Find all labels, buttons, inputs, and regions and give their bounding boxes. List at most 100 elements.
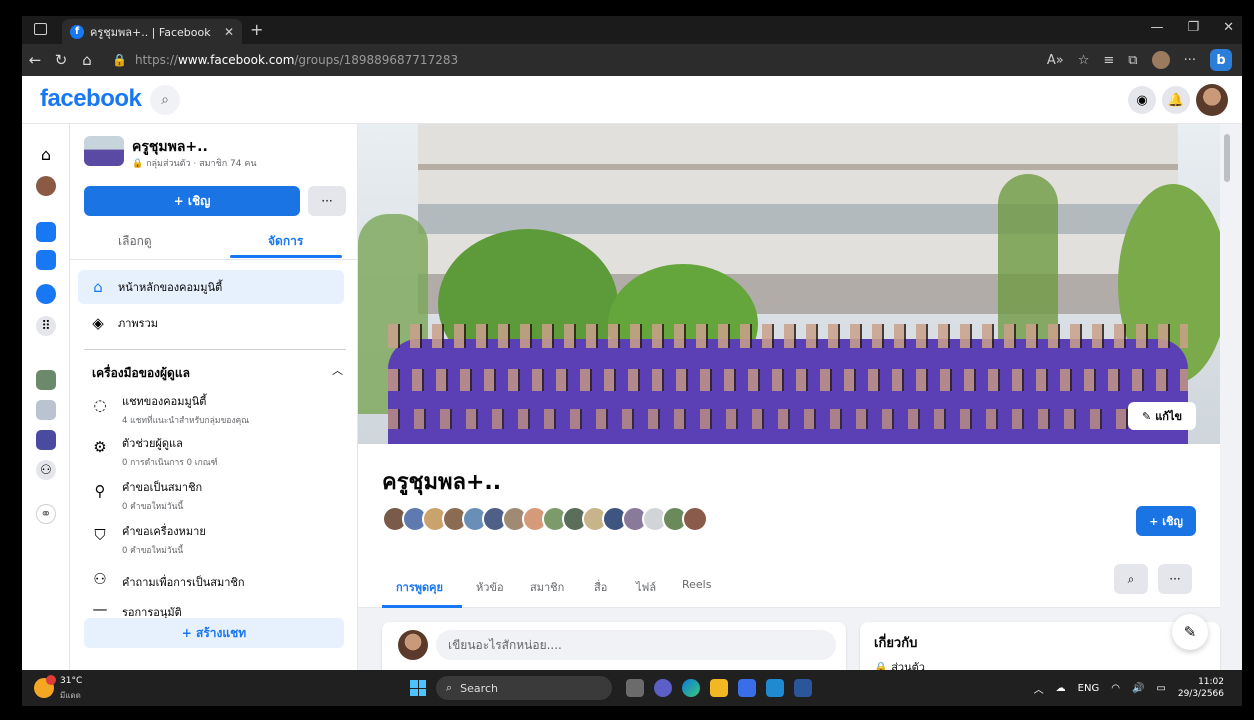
favorites-list-icon[interactable]: ≡ bbox=[1103, 53, 1114, 68]
about-privacy: 🔒 ส่วนตัว bbox=[874, 658, 925, 670]
tool-title: คำถามเพื่อการเป็นสมาชิก bbox=[122, 576, 245, 589]
group-shortcut-icon[interactable] bbox=[36, 430, 56, 450]
windows-start-icon[interactable] bbox=[410, 680, 426, 696]
wifi-icon[interactable]: ◠ bbox=[1111, 683, 1120, 694]
tool-badge-requests[interactable]: ⛉ คำขอเครื่องหมาย 0 คำขอใหม่วันนี้ bbox=[90, 522, 350, 557]
group-shortcut-icon[interactable] bbox=[36, 400, 56, 420]
group-shortcut-icon[interactable] bbox=[36, 370, 56, 390]
edge-icon[interactable] bbox=[682, 679, 700, 697]
group-header-panel: ครูชุมพล+.. + เชิญ การพูดคุย หัวข้อ สมาช… bbox=[358, 444, 1220, 608]
groups-icon[interactable]: ⚇ bbox=[36, 460, 56, 480]
tab-members[interactable]: สมาชิก bbox=[530, 578, 564, 596]
close-tab-icon[interactable]: ✕ bbox=[224, 25, 234, 39]
new-tab-icon[interactable]: + bbox=[250, 20, 263, 39]
search-group-icon[interactable]: ⌕ bbox=[1114, 564, 1148, 594]
tool-community-chats[interactable]: ◌ แชทของคอมมูนิตี้ 4 แชทที่แนะนำสำหรับกลุ… bbox=[90, 392, 350, 427]
group-name[interactable]: ครูชุมพล+.. bbox=[132, 136, 208, 158]
avatar[interactable] bbox=[398, 630, 428, 660]
avatar[interactable] bbox=[682, 506, 708, 532]
notification-badge bbox=[46, 675, 56, 685]
bing-icon[interactable]: b bbox=[1210, 49, 1232, 71]
page-title: ครูชุมพล+.. bbox=[382, 470, 502, 495]
tool-title: ตัวช่วยผู้ดูแล bbox=[122, 437, 183, 450]
taskbar-search[interactable]: ⌕ Search bbox=[436, 676, 612, 700]
main-content: ✎ แก้ไข ครูชุมพล+.. + เชิญ การพูดคุย หัว… bbox=[358, 124, 1242, 670]
browser-tab-bar: f ครูชุมพล+.. | Facebook ✕ + — ❐ ✕ bbox=[22, 16, 1242, 44]
sidebar-item-overview[interactable]: ◈ ภาพรวม bbox=[78, 306, 344, 340]
teams-chat-icon[interactable] bbox=[654, 679, 672, 697]
sidebar-item-label: ภาพรวม bbox=[118, 317, 159, 330]
tab-media[interactable]: สื่อ bbox=[594, 578, 607, 596]
language-indicator[interactable]: ENG bbox=[1078, 683, 1100, 694]
scrollbar-thumb[interactable] bbox=[1224, 134, 1230, 182]
volume-icon[interactable]: 🔊 bbox=[1132, 683, 1144, 694]
pencil-icon: ✎ bbox=[1141, 409, 1152, 423]
tab-reels[interactable]: Reels bbox=[682, 578, 711, 591]
profile-rail-icon[interactable] bbox=[36, 176, 56, 196]
minimize-icon[interactable]: — bbox=[1150, 20, 1163, 35]
battery-icon[interactable]: ▭ bbox=[1156, 683, 1165, 694]
collections-icon[interactable]: ⧉ bbox=[1128, 53, 1137, 68]
home-rail-icon[interactable]: ⌂ bbox=[36, 144, 56, 164]
restore-icon[interactable]: ❐ bbox=[1187, 20, 1199, 35]
tab-manage[interactable]: จัดการ bbox=[268, 232, 303, 251]
tool-admin-assist[interactable]: ⚙ ตัวช่วยผู้ดูแล 0 การดำเนินการ 0 เกณฑ์ bbox=[90, 434, 350, 469]
composer-input[interactable]: เขียนอะไรสักหน่อย.... bbox=[436, 630, 836, 660]
group-meta: 🔒 กลุ่มส่วนตัว · สมาชิก 74 คน bbox=[132, 159, 257, 169]
invite-button[interactable]: + เชิญ bbox=[1136, 506, 1196, 536]
tool-title: คำขอเป็นสมาชิก bbox=[122, 481, 203, 494]
more-options-button[interactable]: ··· bbox=[308, 186, 346, 216]
account-avatar[interactable] bbox=[1196, 84, 1228, 116]
watch-rail-icon[interactable] bbox=[36, 222, 56, 242]
chevron-up-icon[interactable]: ︿ bbox=[332, 362, 343, 378]
menu-grid-icon[interactable]: ⠿ bbox=[36, 316, 56, 336]
group-thumbnail[interactable] bbox=[84, 136, 124, 166]
close-window-icon[interactable]: ✕ bbox=[1223, 20, 1234, 35]
facebook-logo[interactable]: facebook bbox=[40, 85, 142, 113]
word-icon[interactable] bbox=[794, 679, 812, 697]
tool-membership-questions[interactable]: ⚇ คำถามเพื่อการเป็นสมาชิก bbox=[90, 570, 350, 591]
url-host: www.facebook.com bbox=[177, 53, 295, 67]
cover-photo: ✎ แก้ไข bbox=[358, 124, 1220, 444]
cloud-icon[interactable]: ☁ bbox=[1056, 683, 1066, 694]
task-view-icon[interactable] bbox=[626, 679, 644, 697]
more-options-button[interactable]: ··· bbox=[1158, 564, 1192, 594]
add-person-icon: ⚲ bbox=[94, 482, 106, 500]
about-privacy-text: ส่วนตัว bbox=[891, 661, 925, 670]
favorite-star-icon[interactable]: ☆ bbox=[1078, 53, 1090, 68]
refresh-icon[interactable]: ↻ bbox=[48, 51, 74, 69]
browser-menu-icon[interactable]: ··· bbox=[1184, 53, 1196, 68]
marketplace-rail-icon[interactable] bbox=[36, 250, 56, 270]
gaming-rail-icon[interactable] bbox=[36, 284, 56, 304]
browser-tab[interactable]: f ครูชุมพล+.. | Facebook ✕ bbox=[62, 19, 242, 44]
admin-tools-heading: เครื่องมือของผู้ดูแล bbox=[92, 366, 190, 380]
url-field[interactable]: 🔒 https://www.facebook.com/groups/189889… bbox=[112, 53, 1047, 67]
chevron-up-icon[interactable]: ︿ bbox=[1034, 681, 1044, 696]
messenger-icon[interactable]: ◉ bbox=[1128, 86, 1156, 114]
edit-cover-button[interactable]: ✎ แก้ไข bbox=[1128, 402, 1196, 430]
new-message-icon[interactable]: ✎ bbox=[1172, 614, 1208, 650]
weather-description: มีแดด bbox=[60, 691, 81, 700]
tab-browse[interactable]: เลือกดู bbox=[118, 232, 152, 251]
tab-topics[interactable]: หัวข้อ bbox=[476, 578, 504, 596]
app-icon[interactable] bbox=[738, 679, 756, 697]
invite-button[interactable]: + เชิญ bbox=[84, 186, 300, 216]
tool-member-requests[interactable]: ⚲ คำขอเป็นสมาชิก 0 คำขอใหม่วันนี้ bbox=[90, 478, 350, 513]
group-sidebar: ครูชุมพล+.. 🔒 กลุ่มส่วนตัว · สมาชิก 74 ค… bbox=[70, 124, 358, 670]
back-icon[interactable]: ← bbox=[22, 51, 48, 69]
tab-actions-icon[interactable] bbox=[34, 23, 47, 35]
sidebar-item-community-home[interactable]: ⌂ หน้าหลักของคอมมูนิตี้ bbox=[78, 270, 344, 304]
clock[interactable]: 11:02 29/3/2566 bbox=[1178, 676, 1224, 700]
tab-discussion[interactable]: การพูดคุย bbox=[396, 578, 443, 596]
home-icon[interactable]: ⌂ bbox=[74, 51, 100, 69]
search-icon[interactable]: ⌕ bbox=[150, 85, 180, 115]
profile-avatar-icon[interactable] bbox=[1151, 51, 1170, 69]
scrollbar-track[interactable] bbox=[1222, 124, 1232, 670]
file-explorer-icon[interactable] bbox=[710, 679, 728, 697]
read-aloud-icon[interactable]: A» bbox=[1047, 53, 1064, 68]
mail-icon[interactable] bbox=[766, 679, 784, 697]
notifications-bell-icon[interactable]: 🔔 bbox=[1162, 86, 1190, 114]
create-chat-button[interactable]: + สร้างแชท bbox=[84, 618, 344, 648]
tab-files[interactable]: ไฟล์ bbox=[636, 578, 656, 596]
link-icon[interactable]: ⚭ bbox=[36, 504, 56, 524]
